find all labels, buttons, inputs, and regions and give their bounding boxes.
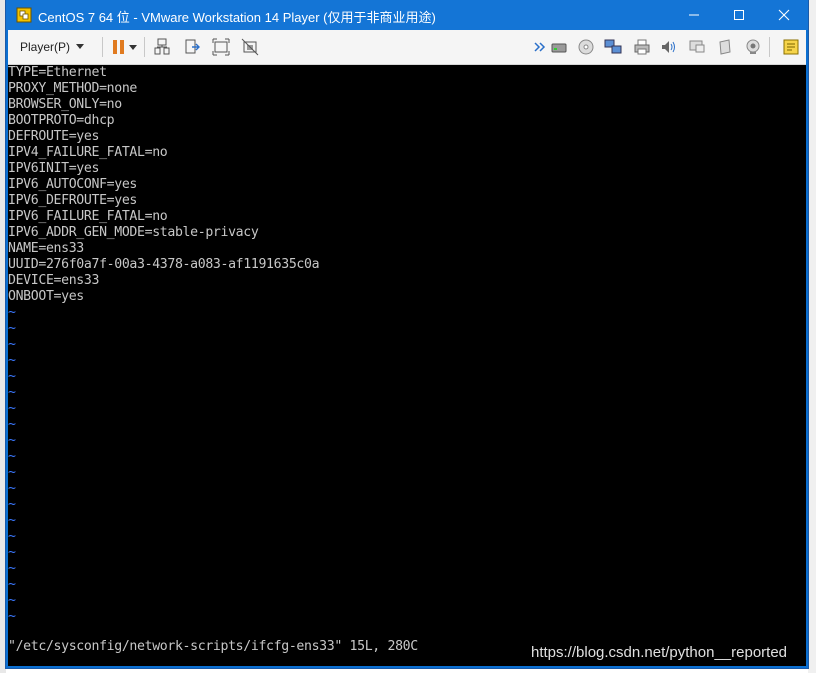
hard-disk-button[interactable] xyxy=(550,38,568,56)
config-line: DEFROUTE=yes xyxy=(8,129,100,144)
empty-line-marker: ~ xyxy=(8,433,16,448)
camera-icon xyxy=(746,39,760,54)
empty-line-marker: ~ xyxy=(8,577,16,592)
empty-line-marker: ~ xyxy=(8,449,16,464)
usb-button[interactable] xyxy=(716,38,734,56)
network-icon xyxy=(604,39,622,54)
empty-line-marker: ~ xyxy=(8,513,16,528)
pause-icon xyxy=(113,40,124,54)
empty-line-marker: ~ xyxy=(8,321,16,336)
empty-line-marker: ~ xyxy=(8,497,16,512)
unity-icon xyxy=(241,38,259,56)
config-line: ONBOOT=yes xyxy=(8,289,84,304)
snapshot-button[interactable] xyxy=(183,38,201,56)
send-ctrl-alt-del-button[interactable] xyxy=(153,38,171,56)
title-bar[interactable]: CentOS 7 64 位 - VMware Workstation 14 Pl… xyxy=(6,0,808,30)
cd-icon xyxy=(578,39,594,55)
network-button[interactable] xyxy=(604,38,622,56)
unity-button[interactable] xyxy=(241,38,259,56)
config-line: BOOTPROTO=dhcp xyxy=(8,113,115,128)
display-button[interactable] xyxy=(688,38,706,56)
config-line: NAME=ens33 xyxy=(8,241,84,256)
maximize-icon xyxy=(733,10,744,20)
empty-line-marker: ~ xyxy=(8,353,16,368)
config-line: UUID=276f0a7f-00a3-4378-a083-af1191635c0… xyxy=(8,257,320,272)
minimize-button[interactable] xyxy=(671,0,716,30)
hard-disk-icon xyxy=(551,43,567,53)
empty-line-marker: ~ xyxy=(8,545,16,560)
sound-icon xyxy=(662,41,675,53)
vmware-icon[interactable] xyxy=(16,7,32,23)
config-line: PROXY_METHOD=none xyxy=(8,81,138,96)
config-line: IPV6_DEFROUTE=yes xyxy=(8,193,138,208)
vmware-player-window: CentOS 7 64 位 - VMware Workstation 14 Pl… xyxy=(6,0,808,668)
chevron-down-icon xyxy=(129,45,137,50)
chevron-down-icon xyxy=(76,44,85,49)
fullscreen-button[interactable] xyxy=(212,38,230,56)
minimize-icon xyxy=(688,14,699,16)
empty-line-marker: ~ xyxy=(8,481,16,496)
usb-icon xyxy=(719,39,731,55)
display-icon xyxy=(689,40,705,53)
empty-line-marker: ~ xyxy=(8,385,16,400)
vim-status-line: "/etc/sysconfig/network-scripts/ifcfg-en… xyxy=(8,639,418,654)
snapshot-icon xyxy=(185,39,200,54)
player-menu-label: Player(P) xyxy=(20,40,71,54)
watermark: https://blog.csdn.net/python__reported xyxy=(531,644,788,661)
more-button[interactable] xyxy=(534,38,546,56)
send-ctrl-alt-del-icon xyxy=(154,38,170,55)
empty-line-marker: ~ xyxy=(8,417,16,432)
toolbar-divider xyxy=(769,37,770,57)
pause-button[interactable] xyxy=(110,38,128,56)
empty-line-marker: ~ xyxy=(8,401,16,416)
close-icon xyxy=(778,9,789,21)
sound-button[interactable] xyxy=(660,38,678,56)
empty-line-marker: ~ xyxy=(8,529,16,544)
close-button[interactable] xyxy=(761,0,806,30)
empty-line-marker: ~ xyxy=(8,369,16,384)
maximize-button[interactable] xyxy=(716,0,761,30)
camera-button[interactable] xyxy=(744,38,762,56)
empty-line-marker: ~ xyxy=(8,609,16,624)
printer-icon xyxy=(634,39,650,55)
empty-line-marker: ~ xyxy=(8,561,16,576)
fullscreen-icon xyxy=(212,38,230,56)
vm-console[interactable]: "/etc/sysconfig/network-scripts/ifcfg-en… xyxy=(8,65,806,666)
pause-dropdown[interactable] xyxy=(129,38,139,56)
cd-button[interactable] xyxy=(577,38,595,56)
more-icon xyxy=(534,42,546,52)
config-line: IPV6_AUTOCONF=yes xyxy=(8,177,138,192)
config-line: DEVICE=ens33 xyxy=(8,273,100,288)
message-icon xyxy=(783,39,799,55)
player-menu-button[interactable]: Player(P) xyxy=(14,37,90,57)
config-line: IPV4_FAILURE_FATAL=no xyxy=(8,145,168,160)
config-line: BROWSER_ONLY=no xyxy=(8,97,122,112)
toolbar-divider xyxy=(102,37,103,57)
config-line: IPV6INIT=yes xyxy=(8,161,100,176)
config-line: IPV6_ADDR_GEN_MODE=stable-privacy xyxy=(8,225,259,240)
toolbar: Player(P) xyxy=(8,30,806,65)
empty-line-marker: ~ xyxy=(8,305,16,320)
config-line: TYPE=Ethernet xyxy=(8,65,107,80)
empty-line-marker: ~ xyxy=(8,465,16,480)
background-window-edge-right xyxy=(808,0,816,673)
empty-line-marker: ~ xyxy=(8,593,16,608)
config-line: IPV6_FAILURE_FATAL=no xyxy=(8,209,168,224)
message-log-button[interactable] xyxy=(782,38,800,56)
empty-line-marker: ~ xyxy=(8,337,16,352)
printer-button[interactable] xyxy=(633,38,651,56)
window-title: CentOS 7 64 位 - VMware Workstation 14 Pl… xyxy=(38,10,436,25)
toolbar-divider xyxy=(144,37,145,57)
